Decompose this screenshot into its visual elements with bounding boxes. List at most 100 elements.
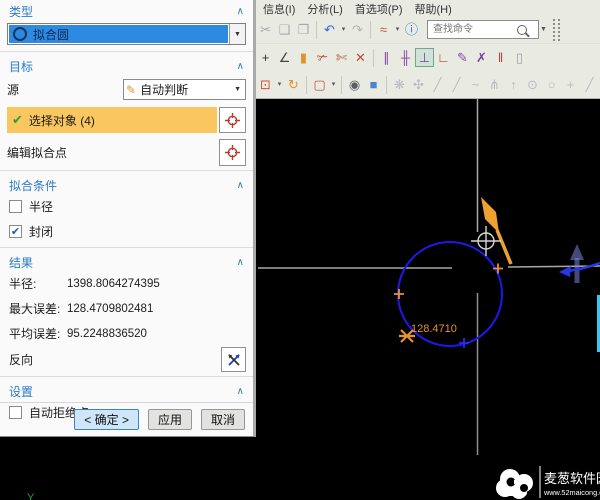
- snap-mid-point-icon: ╱: [447, 75, 466, 94]
- profile-icon[interactable]: +: [256, 48, 275, 67]
- section-results-title: 结果: [9, 254, 33, 271]
- dimension-group-icon[interactable]: ╫: [396, 48, 415, 67]
- watermark-url: www.52maicong.com: [543, 488, 600, 497]
- max-error-value-label: 128.4710: [411, 323, 457, 335]
- command-finder: [427, 20, 539, 39]
- snap-quadrant-icon: ○: [542, 75, 561, 94]
- source-dropdown[interactable]: ✎ 自动判断 ▼: [123, 79, 246, 100]
- snap-point-enable-icon[interactable]: ⊡: [256, 75, 275, 94]
- sketch-curve-icon[interactable]: ≈: [374, 20, 393, 39]
- snap-defining-point-icon: ⋔: [485, 75, 504, 94]
- show-remove-constraints-icon[interactable]: ✗: [472, 48, 491, 67]
- alternate-solution-icon[interactable]: ∟: [434, 48, 453, 67]
- collapse-chevron-icon[interactable]: ∧: [237, 386, 244, 397]
- snap-point-plus-icon: +: [561, 75, 580, 94]
- solid-body-filter-icon[interactable]: ■: [364, 75, 383, 94]
- select-object-active[interactable]: ✔ 选择对象 (4): [7, 107, 217, 133]
- section-target[interactable]: 目标 ∧: [0, 55, 253, 75]
- section-fit-conditions-title: 拟合条件: [9, 177, 57, 194]
- watermark: 麦葱软件园 www.52maicong.com: [496, 466, 600, 499]
- selection-ball-icon[interactable]: ◉: [345, 75, 364, 94]
- menu-item[interactable]: 首选项(P): [349, 1, 409, 17]
- source-row: 源 ✎ 自动判断 ▼: [0, 75, 253, 105]
- separator: [0, 51, 253, 52]
- search-icon[interactable]: [517, 25, 527, 35]
- edit-fit-points-button[interactable]: [219, 139, 246, 166]
- inferred-icon: ✎: [126, 83, 136, 97]
- select-region-icon[interactable]: ▢: [310, 75, 329, 94]
- menu-item[interactable]: 帮助(H): [409, 1, 458, 17]
- top-toolbar-area: 信息(I)分析(L)首选项(P)帮助(H) ✂❑❒↶▾↷≈▾ⓘ ▼ +∠▮✃✄✕…: [255, 0, 600, 99]
- separator: [0, 402, 253, 403]
- toolbar-separator: [316, 21, 317, 39]
- separator: [0, 247, 253, 248]
- section-settings[interactable]: 设置 ∧: [0, 380, 253, 400]
- section-type-title: 类型: [9, 3, 33, 20]
- radius-checkbox-label: 半径: [29, 198, 53, 215]
- result-max-error-label: 最大误差:: [9, 300, 67, 317]
- snap-scattered-points-icon: ❋: [390, 75, 409, 94]
- fit-point-marker[interactable]: [394, 264, 503, 300]
- snap-tangent-icon: ╱: [580, 75, 599, 94]
- quick-extend-icon[interactable]: ✄: [332, 48, 351, 67]
- redo-icon: ↷: [348, 20, 367, 39]
- display-sketch-constraints-icon[interactable]: ⊥: [415, 48, 434, 67]
- collapse-chevron-icon[interactable]: ∧: [237, 6, 244, 17]
- drag-handle-ghost-arrow[interactable]: [570, 244, 584, 283]
- collapse-chevron-icon[interactable]: ∧: [237, 180, 244, 191]
- cancel-button[interactable]: 取消: [201, 409, 245, 430]
- standard-toolbar: ✂❑❒↶▾↷≈▾ⓘ ▼: [255, 16, 600, 44]
- radius-checkbox[interactable]: [9, 200, 22, 213]
- source-dropdown-caret-icon[interactable]: ▼: [234, 86, 243, 93]
- quick-trim-icon[interactable]: ✃: [313, 48, 332, 67]
- fit-curve-dialog: 类型 ∧ 拟合圆 ▼ 目标 ∧ 源 ✎ 自动判断 ▼ ✔ 选: [0, 0, 256, 437]
- section-settings-title: 设置: [9, 383, 33, 400]
- undo-dropdown-icon[interactable]: ▾: [339, 20, 348, 39]
- collapse-chevron-icon[interactable]: ∧: [237, 257, 244, 268]
- collapse-chevron-icon[interactable]: ∧: [237, 61, 244, 72]
- toolbar-separator: [373, 49, 374, 67]
- command-info-icon[interactable]: ⓘ: [402, 20, 421, 39]
- auto-constrain-icon[interactable]: ‖: [491, 48, 510, 67]
- toolbar-grip[interactable]: [553, 19, 560, 41]
- select-object-point-button[interactable]: [219, 107, 246, 133]
- source-dropdown-value: 自动判断: [140, 81, 230, 98]
- snap-point-dropdown-icon[interactable]: ▾: [275, 75, 284, 94]
- offset-curve-icon[interactable]: ▮: [294, 48, 313, 67]
- sketch-options-icon[interactable]: ▯: [510, 48, 529, 67]
- y-axis-label: Y: [27, 492, 35, 500]
- fit-point-marker-blue[interactable]: [459, 338, 469, 348]
- apply-button[interactable]: 应用: [148, 409, 192, 430]
- section-results[interactable]: 结果 ∧: [0, 251, 253, 271]
- sketch-curve-dropdown-icon[interactable]: ▾: [393, 20, 402, 39]
- type-dropdown[interactable]: 拟合圆 ▼: [7, 23, 246, 45]
- menu-bar: 信息(I)分析(L)首选项(P)帮助(H): [255, 0, 600, 16]
- sketch-tools-toolbar: +∠▮✃✄✕ ∥╫⊥∟✎✗‖▯: [255, 44, 600, 71]
- animate-dimension-icon[interactable]: ✎: [453, 48, 472, 67]
- fit-circle-icon: [13, 27, 27, 41]
- command-search-input[interactable]: [431, 23, 517, 36]
- closed-checkbox[interactable]: ✔: [9, 225, 22, 238]
- reverse-direction-button[interactable]: [221, 347, 246, 372]
- undo-icon[interactable]: ↶: [320, 20, 339, 39]
- rapid-dimension-icon[interactable]: ∠: [275, 48, 294, 67]
- search-dropdown-icon[interactable]: ▼: [539, 20, 548, 39]
- result-avg-error-row: 平均误差: 95.2248836520: [0, 321, 253, 346]
- section-type[interactable]: 类型 ∧: [0, 0, 253, 20]
- snap-point-toolbar: ⊡▾↻▢▾◉■❋✣╱╱~⋔↑⊙○+╱: [255, 71, 600, 98]
- geometric-constraints-icon[interactable]: ∥: [377, 48, 396, 67]
- menu-item[interactable]: 信息(I): [257, 1, 301, 17]
- select-object-row: ✔ 选择对象 (4): [7, 107, 246, 133]
- make-corner-icon[interactable]: ✕: [351, 48, 370, 67]
- result-avg-error-label: 平均误差:: [9, 325, 67, 342]
- type-dropdown-selected[interactable]: 拟合圆: [9, 25, 228, 43]
- section-fit-conditions[interactable]: 拟合条件 ∧: [0, 174, 253, 194]
- check-icon: ✔: [12, 112, 23, 128]
- rotate-point-icon[interactable]: ↻: [284, 75, 303, 94]
- ok-button[interactable]: < 确定 >: [74, 409, 139, 430]
- type-dropdown-caret-icon[interactable]: ▼: [229, 24, 245, 44]
- menu-item[interactable]: 分析(L): [301, 1, 348, 17]
- select-object-label: 选择对象 (4): [29, 112, 95, 129]
- result-max-error-value: 128.4709802481: [67, 303, 153, 315]
- select-region-dropdown-icon[interactable]: ▾: [329, 75, 338, 94]
